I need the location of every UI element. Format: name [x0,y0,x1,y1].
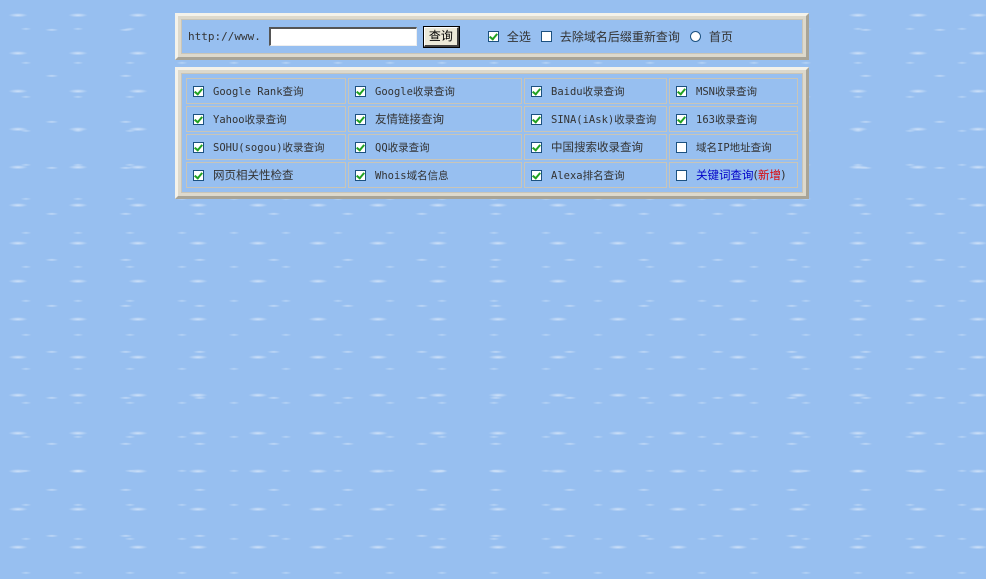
option-label: 中国搜索收录查询 [551,140,643,154]
option-checkbox[interactable] [355,113,366,125]
option-label: MSN收录查询 [696,85,757,98]
option-label: 163收录查询 [696,113,757,126]
select-all-option[interactable]: 全选 [487,28,531,45]
option-checkbox[interactable] [193,169,204,181]
option-checkbox[interactable] [193,141,204,153]
option-domain-ip[interactable]: 域名IP地址查询 [669,134,798,160]
home-option[interactable]: 首页 [689,28,733,45]
option-label: SOHU(sogou)收录查询 [213,141,325,154]
option-label: Yahoo收录查询 [213,113,287,126]
option-label: Whois域名信息 [375,169,449,182]
page: { "search": { "prefix": "http://www.", "… [0,0,986,579]
option-checkbox[interactable] [193,113,204,125]
search-bar: http://www. 查询 全选 去除域名后缀重新查询 首页 [181,19,803,54]
option-zhongsou-index[interactable]: 中国搜索收录查询 [524,134,667,160]
option-checkbox[interactable] [676,141,687,153]
option-checkbox[interactable] [193,85,204,97]
option-checkbox[interactable] [355,141,366,153]
option-msn-index[interactable]: MSN收录查询 [669,78,798,104]
select-all-checkbox[interactable] [487,31,499,42]
query-options-grid: Google Rank查询 Google收录查询 Baidu收录查询 MSN收录… [184,76,800,190]
new-badge-close: ) [781,168,786,182]
option-label: QQ收录查询 [375,141,430,154]
option-label: SINA(iAsk)收录查询 [551,113,657,126]
option-checkbox[interactable] [676,85,687,97]
keyword-query-label: 关键词查询(新增) [696,167,786,183]
option-friend-links[interactable]: 友情链接查询 [348,106,522,132]
options-row: Yahoo收录查询 友情链接查询 SINA(iAsk)收录查询 163收录查询 [186,106,798,132]
search-bar-frame: http://www. 查询 全选 去除域名后缀重新查询 首页 [175,13,809,60]
home-label: 首页 [708,30,733,44]
option-keyword-query[interactable]: 关键词查询(新增) [669,162,798,188]
option-google-index[interactable]: Google收录查询 [348,78,522,104]
options-row: Google Rank查询 Google收录查询 Baidu收录查询 MSN收录… [186,78,798,104]
option-checkbox[interactable] [531,113,542,125]
option-checkbox[interactable] [531,141,542,153]
select-all-label: 全选 [506,30,531,44]
option-sina-index[interactable]: SINA(iAsk)收录查询 [524,106,667,132]
option-label: Google Rank查询 [213,85,304,98]
option-label: 域名IP地址查询 [696,141,772,154]
option-label: 网页相关性检查 [213,168,294,182]
strip-suffix-checkbox[interactable] [540,31,552,42]
option-checkbox[interactable] [531,169,542,181]
option-checkbox[interactable] [355,169,366,181]
query-options-panel: Google Rank查询 Google收录查询 Baidu收录查询 MSN收录… [181,73,803,193]
option-qq-index[interactable]: QQ收录查询 [348,134,522,160]
keyword-query-link[interactable]: 关键词查询 [696,168,754,182]
option-label: Alexa排名查询 [551,169,625,182]
option-baidu-index[interactable]: Baidu收录查询 [524,78,667,104]
url-prefix-label: http://www. [188,30,261,43]
option-whois[interactable]: Whois域名信息 [348,162,522,188]
option-label: Google收录查询 [375,85,455,98]
strip-suffix-label: 去除域名后缀重新查询 [559,30,680,44]
options-row: SOHU(sogou)收录查询 QQ收录查询 中国搜索收录查询 域名IP地址查询 [186,134,798,160]
option-checkbox[interactable] [355,85,366,97]
strip-suffix-option[interactable]: 去除域名后缀重新查询 [540,28,680,45]
option-yahoo-index[interactable]: Yahoo收录查询 [186,106,346,132]
option-checkbox[interactable] [531,85,542,97]
option-sohu-index[interactable]: SOHU(sogou)收录查询 [186,134,346,160]
query-button[interactable]: 查询 [422,25,460,48]
option-label: Baidu收录查询 [551,85,625,98]
option-checkbox[interactable] [676,113,687,125]
new-badge: 新增 [758,168,781,182]
option-163-index[interactable]: 163收录查询 [669,106,798,132]
option-google-rank[interactable]: Google Rank查询 [186,78,346,104]
option-label: 友情链接查询 [375,112,444,126]
domain-input[interactable] [268,27,417,46]
option-checkbox[interactable] [676,169,687,181]
options-row: 网页相关性检查 Whois域名信息 Alexa排名查询 关键词查询(新增) [186,162,798,188]
home-radio[interactable] [689,31,701,42]
query-options-frame: Google Rank查询 Google收录查询 Baidu收录查询 MSN收录… [175,67,809,199]
option-page-relevance[interactable]: 网页相关性检查 [186,162,346,188]
option-alexa-rank[interactable]: Alexa排名查询 [524,162,667,188]
